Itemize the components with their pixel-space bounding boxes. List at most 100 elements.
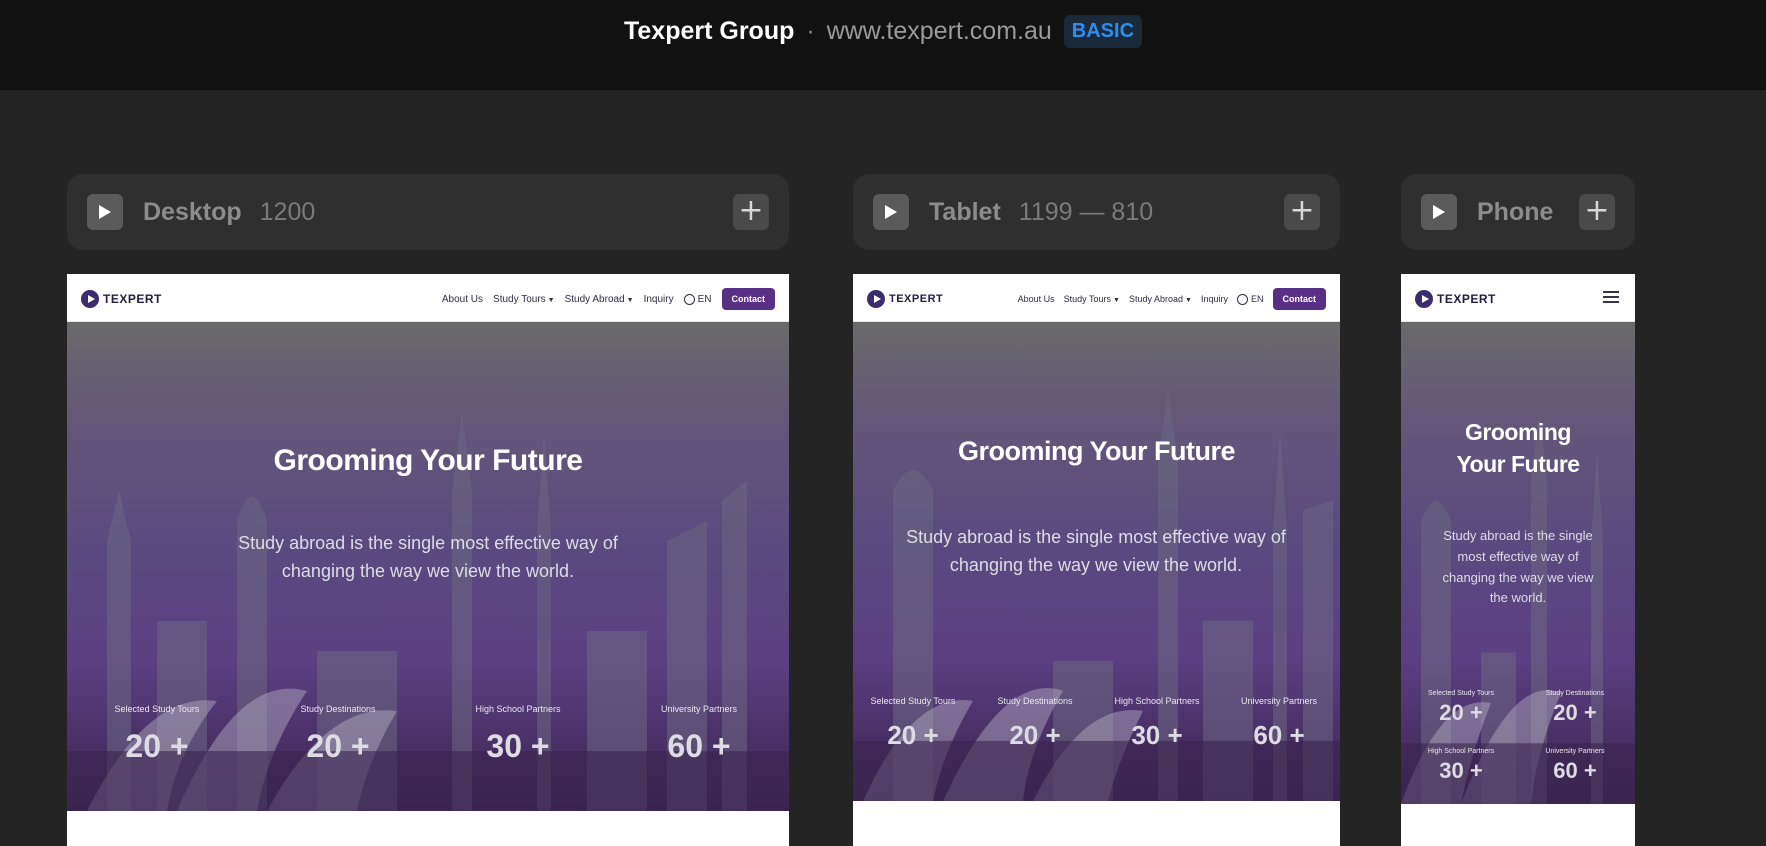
title-separator: ·	[806, 17, 815, 45]
caret-down-icon: ▼	[1113, 297, 1120, 304]
stat-label: High School Partners	[1427, 748, 1495, 755]
stat-item: High School Partners 30 +	[473, 704, 563, 765]
hero-section: Grooming Your Future Study abroad is the…	[853, 322, 1340, 801]
hero-subtitle: Study abroad is the single most effectiv…	[1442, 528, 1594, 606]
play-button[interactable]	[1421, 194, 1457, 230]
nav-inquiry[interactable]: Inquiry	[644, 294, 674, 305]
nav-inquiry[interactable]: Inquiry	[1201, 294, 1228, 304]
stat-value: 30 +	[1439, 758, 1483, 783]
site-navbar: TEXPERT About Us Study Tours ▼ Study Abro…	[67, 274, 789, 322]
stat-label: High School Partners	[1114, 696, 1200, 706]
caret-down-icon: ▼	[626, 296, 634, 304]
nav-about[interactable]: About Us	[1018, 294, 1055, 304]
stat-value: 60 +	[1253, 720, 1305, 750]
nav-study-abroad[interactable]: Study Abroad ▼	[565, 294, 634, 305]
logo-icon	[81, 290, 99, 308]
hero-title: Grooming Your Future	[273, 444, 583, 477]
plus-icon[interactable]: +	[733, 194, 769, 230]
site-logo[interactable]: TEXPERT	[867, 290, 943, 308]
hero-subtitle: Study abroad is the single most effectiv…	[238, 533, 618, 581]
stat-label: Selected Study Tours	[870, 696, 956, 706]
play-icon	[1433, 205, 1445, 219]
logo-text: TEXPERT	[889, 293, 944, 305]
nav-study-tours[interactable]: Study Tours ▼	[493, 294, 555, 305]
stat-value: 20 +	[887, 720, 939, 750]
viewport-name: Tablet	[929, 198, 1001, 226]
site-logo[interactable]: TEXPERT	[1415, 290, 1496, 308]
nav-study-tours-label: Study Tours	[493, 293, 546, 305]
viewport-name: Desktop	[143, 198, 242, 226]
stat-label: Study Destinations	[300, 704, 376, 714]
plan-badge: BASIC	[1063, 15, 1143, 48]
top-bar: Texpert Group · www.texpert.com.au BASIC	[0, 0, 1766, 90]
viewport-label: Tablet 1199 — 810	[929, 198, 1153, 227]
play-button[interactable]	[87, 194, 123, 230]
stat-item: University Partners 60 +	[654, 704, 744, 765]
caret-down-icon: ▼	[547, 296, 555, 304]
viewport-size: 1200	[259, 198, 316, 226]
preview-tablet: TEXPERT About Us Study Tours ▼ Study Abro…	[853, 274, 1340, 846]
stat-label: University Partners	[660, 704, 738, 714]
viewport-size: 1199 — 810	[1018, 198, 1154, 226]
contact-button[interactable]: Contact	[1272, 288, 1326, 310]
viewport-header-desktop: Desktop 1200 +	[67, 174, 789, 250]
globe-icon	[1236, 293, 1248, 305]
stat-label: High School Partners	[475, 704, 561, 714]
stat-item: Selected Study Tours 20 +	[1409, 690, 1513, 726]
preview-desktop: TEXPERT About Us Study Tours ▼ Study Abro…	[67, 274, 789, 846]
nav-study-tours-label: Study Tours	[1063, 294, 1112, 304]
language-switch[interactable]: EN	[1236, 293, 1264, 305]
stat-value: 30 +	[486, 728, 550, 764]
hero-subtitle: Study abroad is the single most effectiv…	[906, 527, 1286, 575]
viewport-header-tablet: Tablet 1199 — 810 +	[853, 174, 1340, 250]
language-switch[interactable]: EN	[683, 293, 712, 305]
hero-section: Grooming Your Future Study abroad is the…	[1401, 322, 1635, 804]
stat-label: Study Destinations	[997, 696, 1073, 706]
viewport-label: Desktop 1200	[143, 198, 315, 227]
stat-value: 20 +	[306, 728, 370, 764]
stat-value: 30 +	[1131, 720, 1183, 750]
stat-item: Selected Study Tours 20 +	[112, 704, 202, 765]
play-icon	[99, 205, 111, 219]
play-button[interactable]	[873, 194, 909, 230]
stat-item: Study Destinations 20 +	[1523, 690, 1627, 726]
hero-title: Grooming Your Future	[958, 436, 1236, 466]
stat-item: High School Partners 30 +	[1107, 696, 1207, 751]
nav-about[interactable]: About Us	[442, 294, 483, 305]
viewport-header-phone: Phone +	[1401, 174, 1635, 250]
nav-links: About Us Study Tours ▼ Study Abroad ▼ Inqu…	[442, 288, 775, 310]
site-url[interactable]: www.texpert.com.au	[827, 17, 1052, 46]
viewport-label: Phone	[1477, 198, 1553, 227]
stat-item: Selected Study Tours 20 +	[863, 696, 963, 751]
nav-links: About Us Study Tours ▼ Study Abroad ▼ Inqu…	[1018, 288, 1326, 310]
play-icon	[885, 205, 897, 219]
stat-value: 20 +	[1009, 720, 1061, 750]
stat-item: Study Destinations 20 +	[985, 696, 1085, 751]
stat-label: Selected Study Tours	[114, 704, 200, 714]
plus-icon[interactable]: +	[1284, 194, 1320, 230]
preview-phone: TEXPERT Grooming Your Future Study abroa…	[1401, 274, 1635, 846]
stat-label: Selected Study Tours	[1427, 690, 1495, 697]
nav-study-tours[interactable]: Study Tours ▼	[1064, 294, 1120, 304]
logo-text: TEXPERT	[103, 292, 162, 306]
plus-icon[interactable]: +	[1579, 194, 1615, 230]
site-logo[interactable]: TEXPERT	[81, 290, 162, 308]
language-label: EN	[697, 293, 712, 305]
menu-icon[interactable]	[1603, 291, 1619, 303]
site-navbar: TEXPERT	[1401, 274, 1635, 322]
nav-study-abroad[interactable]: Study Abroad ▼	[1129, 294, 1192, 304]
site-title-row: Texpert Group · www.texpert.com.au BASIC	[0, 15, 1766, 48]
stat-value: 20 +	[125, 728, 189, 764]
stat-value: 20 +	[1553, 700, 1597, 725]
site-name: Texpert Group	[623, 17, 795, 45]
logo-icon	[867, 290, 885, 308]
nav-study-abroad-label: Study Abroad	[1128, 294, 1184, 304]
stat-item: High School Partners 30 +	[1409, 748, 1513, 784]
contact-button[interactable]: Contact	[721, 288, 775, 310]
stat-value: 60 +	[667, 728, 731, 764]
caret-down-icon: ▼	[1185, 297, 1192, 304]
stat-value: 60 +	[1553, 758, 1597, 783]
language-label: EN	[1250, 294, 1264, 304]
globe-icon	[683, 293, 695, 305]
logo-icon	[1415, 290, 1433, 308]
